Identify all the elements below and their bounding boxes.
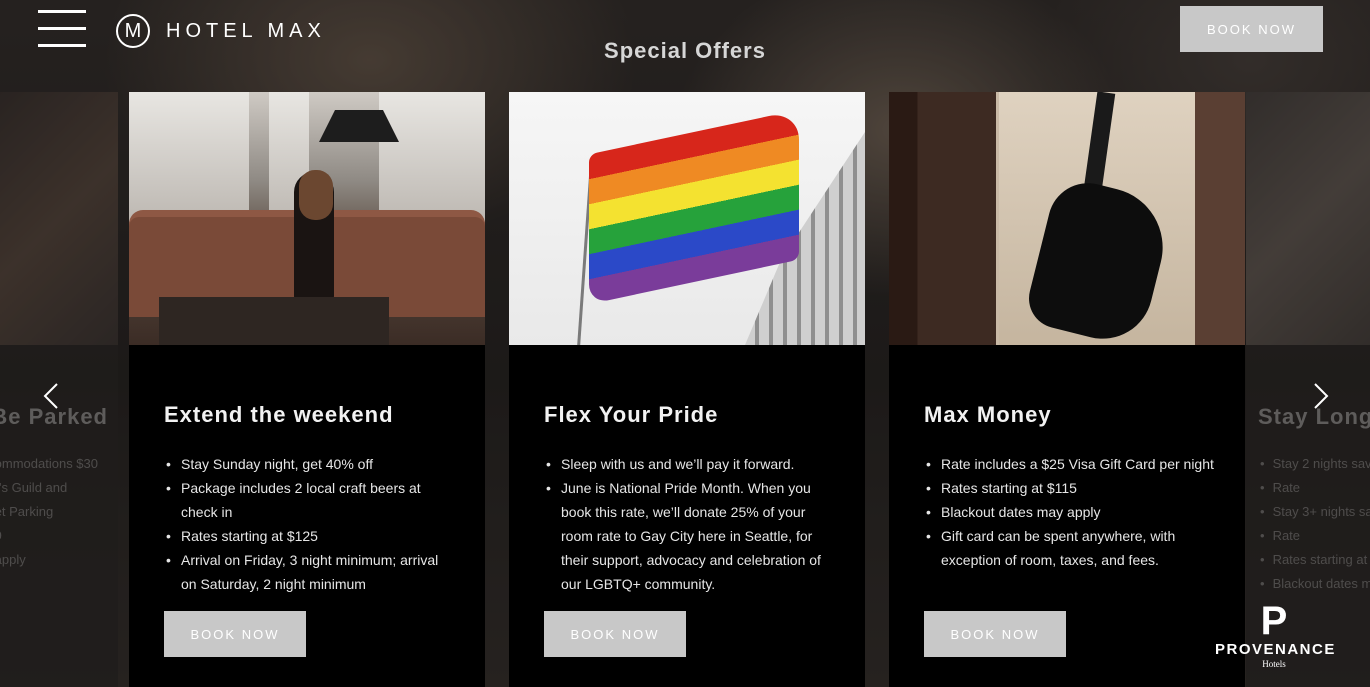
provenance-sub: Hotels	[1262, 659, 1286, 669]
list-item: Rate includes a $25 Visa Gift Card per n…	[924, 452, 1214, 476]
provenance-name: PROVENANCE	[1215, 641, 1336, 658]
list-item: Stay Sunday night, get 40% off	[164, 452, 454, 476]
list-item: Sleep with us and we’ll pay it forward.	[544, 452, 834, 476]
list-item: Arrival on Friday, 3 night minimum; arri…	[164, 548, 454, 596]
provenance-mark: P	[1260, 599, 1288, 643]
offer-title: Max Money	[924, 402, 1052, 427]
chevron-right-icon[interactable]	[1308, 383, 1332, 409]
offer-image-lounge	[129, 92, 485, 345]
offer-card: Extend the weekend Stay Sunday night, ge…	[129, 92, 485, 687]
list-item: Blackout dates may apply	[924, 500, 1214, 524]
list-item: June is National Pride Month. When you b…	[544, 476, 834, 596]
offer-book-now-button[interactable]: BOOK NOW	[164, 611, 306, 657]
list-item: Rates starting at $115	[924, 476, 1214, 500]
offer-book-now-button[interactable]: BOOK NOW	[924, 611, 1066, 657]
section-title: Special Offers	[604, 38, 766, 63]
offer-details-list: Stay Sunday night, get 40% off Package i…	[164, 452, 454, 596]
offer-title: Extend the weekend	[164, 402, 394, 427]
offer-image-pride-flag	[509, 92, 865, 345]
offer-image-guitar	[889, 92, 1245, 345]
provenance-logo[interactable]: P PROVENANCE Hotels	[1215, 599, 1336, 669]
list-item: Gift card can be spent anywhere, with ex…	[924, 524, 1214, 572]
chevron-left-icon[interactable]	[40, 383, 64, 409]
offer-details-list: Rate includes a $25 Visa Gift Card per n…	[924, 452, 1214, 572]
offer-title: Flex Your Pride	[544, 402, 719, 427]
offer-card: Max Money Rate includes a $25 Visa Gift …	[889, 92, 1245, 687]
offer-details-list: Sleep with us and we’ll pay it forward. …	[544, 452, 834, 596]
offer-book-now-button[interactable]: BOOK NOW	[544, 611, 686, 657]
list-item: Rates starting at $125	[164, 524, 454, 548]
list-item: Package includes 2 local craft beers at …	[164, 476, 454, 524]
offer-card: Flex Your Pride Sleep with us and we’ll …	[509, 92, 865, 687]
